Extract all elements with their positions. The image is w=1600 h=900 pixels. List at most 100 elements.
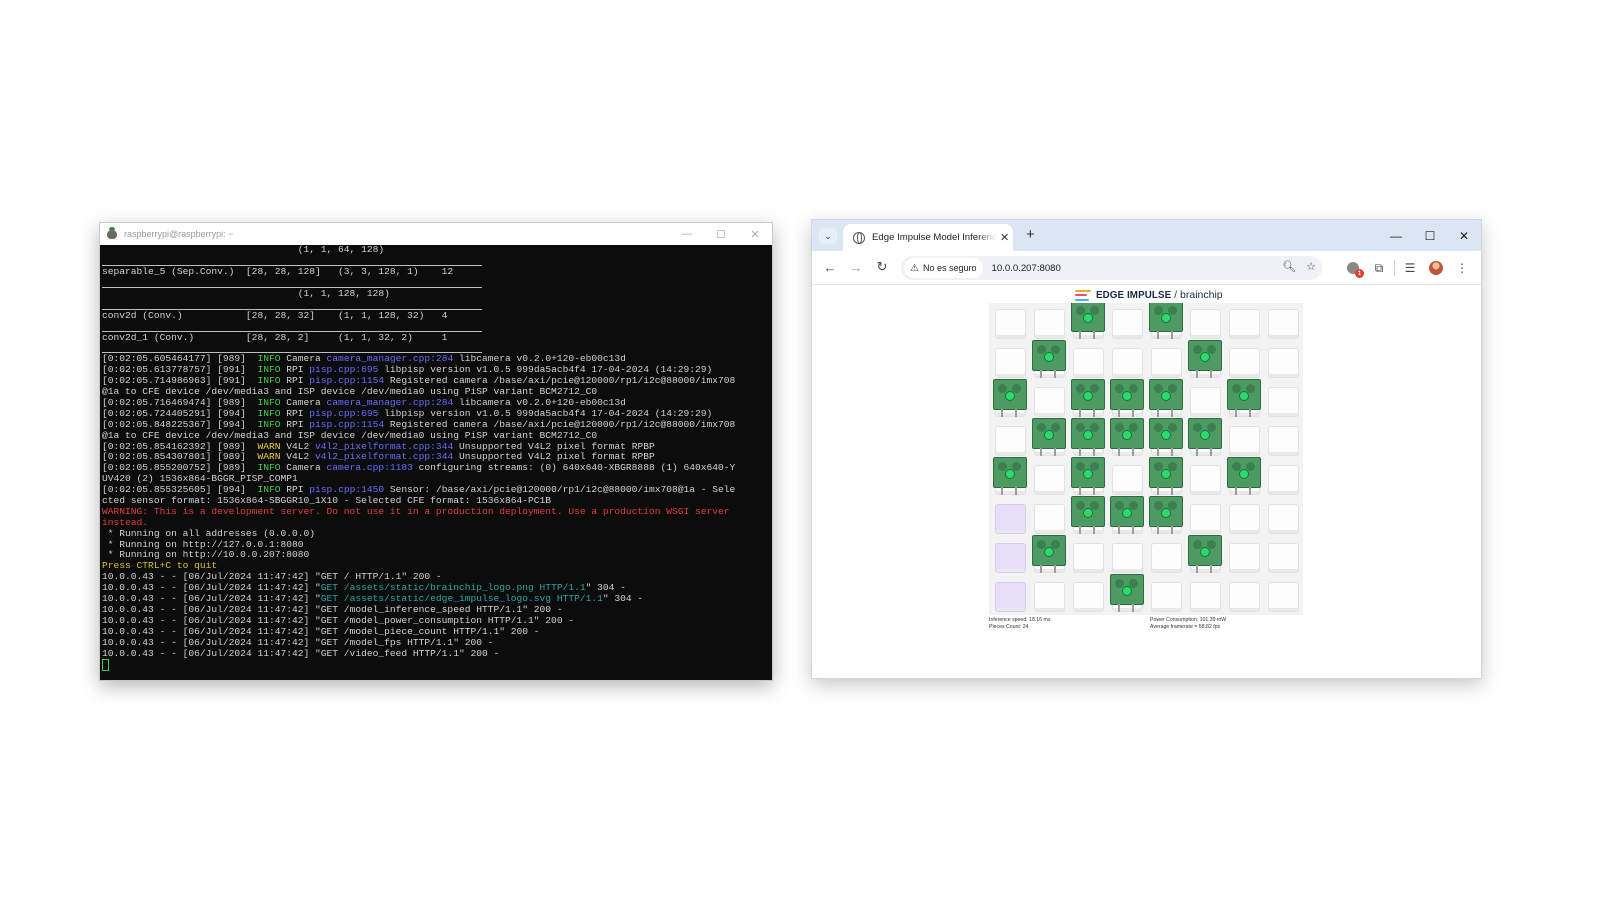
- tab-search-button[interactable]: ⌄: [819, 228, 837, 244]
- terminal-text-segment: libcamera v0.2.0+120-eb00c13d: [453, 353, 626, 365]
- grid-cell: [1034, 387, 1065, 417]
- profile-avatar[interactable]: [1423, 257, 1449, 279]
- tab-strip: ⌄ Edge Impulse Model Inferencing ✕ + — ☐…: [812, 220, 1481, 251]
- detection-marker: [1005, 469, 1015, 479]
- terminal-text-segment: Unsupported V4L2 pixel format RPBP: [453, 451, 655, 463]
- security-chip-label: No es seguro: [922, 263, 977, 273]
- pieces-count: Pieces Count: 24: [989, 624, 1029, 630]
- address-bar[interactable]: ⚠ No es seguro 10.0.0.207:8080 🔍︎ ☆: [901, 256, 1322, 280]
- detection-marker: [1083, 391, 1093, 401]
- terminal-table-row: conv2d (Conv.) [28, 28, 32] (1, 1, 128, …: [102, 309, 448, 321]
- terminal-text-segment: Registered camera /base/axi/pcie@120000/…: [384, 375, 736, 387]
- terminal-text-segment: INFO: [257, 418, 281, 430]
- minimize-button[interactable]: —: [1379, 220, 1413, 251]
- terminal-text-segment: * Running on http://127.0.0.1:8080: [102, 538, 304, 550]
- terminal-text-segment: RPI: [280, 484, 310, 496]
- detection-marker: [1005, 391, 1015, 401]
- terminal-text-segment: 10.0.0.43 - - [06/Jul/2024 11:47:42] "GE…: [102, 647, 500, 659]
- detection-marker: [1122, 430, 1132, 440]
- grid-cell: [1112, 543, 1143, 573]
- grid-cell: [995, 504, 1026, 534]
- terminal-text-segment: Camera: [280, 397, 327, 409]
- terminal-text-segment: Camera: [280, 353, 327, 365]
- terminal-text-segment: RPI: [280, 375, 310, 387]
- grid-cell: [1151, 543, 1182, 573]
- puzzle-icon[interactable]: ⧉: [1366, 257, 1392, 279]
- logo-bar: [1075, 289, 1091, 292]
- tab-close-icon[interactable]: ✕: [1000, 231, 1009, 244]
- detection-marker: [1122, 586, 1132, 596]
- grid-cell: [1073, 348, 1104, 378]
- detection-marker: [1044, 430, 1054, 440]
- detection-marker: [1122, 508, 1132, 518]
- terminal-text-segment: v4l2_pixelformat.cpp:344: [315, 440, 454, 452]
- bookmark-star-icon[interactable]: ☆: [1306, 260, 1316, 273]
- terminal-text-segment: camera_manager.cpp:284: [326, 397, 454, 409]
- menu-icon[interactable]: ⋮: [1449, 257, 1475, 279]
- browser-window[interactable]: ⌄ Edge Impulse Model Inferencing ✕ + — ☐…: [811, 219, 1482, 679]
- grid-cell: [1229, 348, 1260, 378]
- detection-marker: [1200, 430, 1210, 440]
- forward-button[interactable]: →: [848, 259, 864, 275]
- terminal-prompt[interactable]: [102, 659, 772, 672]
- detection-marker: [1122, 391, 1132, 401]
- grid-cell: [995, 309, 1026, 339]
- grid-cell: [1151, 582, 1182, 612]
- terminal-text-segment: Sensor: /base/axi/pcie@120000/rp1/i2c@88…: [384, 484, 736, 496]
- grid-cell: [1190, 582, 1221, 612]
- terminal-table-row: separable_5 (Sep.Conv.) [28, 28, 128] (3…: [102, 265, 454, 277]
- maximize-button[interactable]: ☐: [704, 223, 738, 245]
- terminal-table-row: (1, 1, 128, 128): [102, 287, 390, 299]
- close-button[interactable]: ✕: [738, 223, 772, 245]
- terminal-titlebar[interactable]: raspberrypi@raspberrypi: ~ — ☐ ✕: [100, 223, 772, 245]
- detection-marker: [1083, 469, 1093, 479]
- detection-marker: [1239, 469, 1249, 479]
- terminal-window[interactable]: raspberrypi@raspberrypi: ~ — ☐ ✕ (1, 1, …: [99, 222, 773, 681]
- terminal-text-segment: " 304 -: [602, 593, 644, 605]
- reload-button[interactable]: ↻: [874, 259, 890, 275]
- extension-icon[interactable]: 1: [1340, 257, 1366, 279]
- grid-cell: [1190, 309, 1221, 339]
- grid-cell: [1268, 309, 1299, 339]
- detection-marker: [1044, 547, 1054, 557]
- media-control-icon[interactable]: ☰: [1397, 257, 1423, 279]
- detection-marker: [1161, 391, 1171, 401]
- terminal-text-segment: INFO: [257, 462, 281, 474]
- grid-cell: [1229, 504, 1260, 534]
- terminal-text-segment: Camera: [280, 462, 327, 474]
- terminal-text-segment: V4L2: [280, 440, 316, 452]
- terminal-table-row: conv2d_1 (Conv.) [28, 28, 2] (1, 1, 32, …: [102, 331, 448, 343]
- terminal-text-segment: camera_manager.cpp:284: [326, 353, 454, 365]
- new-tab-button[interactable]: +: [1026, 226, 1035, 243]
- grid-cell: [1190, 465, 1221, 495]
- terminal-text-segment: libpisp version v1.0.5 999da5acb4f4 17-0…: [378, 364, 713, 376]
- logo-bar: [1075, 294, 1087, 296]
- url-text[interactable]: 10.0.0.207:8080: [992, 263, 1061, 274]
- maximize-button[interactable]: ☐: [1413, 220, 1447, 251]
- grid-cell: [1112, 348, 1143, 378]
- minimize-button[interactable]: —: [670, 223, 704, 245]
- security-chip[interactable]: ⚠ No es seguro: [904, 258, 983, 278]
- video-feed: [989, 303, 1303, 615]
- terminal-text-segment: INFO: [257, 364, 281, 376]
- tab-title: Edge Impulse Model Inferencing: [872, 232, 996, 243]
- close-button[interactable]: ✕: [1447, 220, 1481, 251]
- terminal-text-segment: [0:02:05.613778757] [991]: [102, 364, 258, 376]
- toolbar-divider: [1394, 260, 1395, 276]
- terminal-text-segment: @1a to CFE device /dev/media3 and ISP de…: [102, 429, 598, 441]
- terminal-output[interactable]: (1, 1, 64, 128) separable_5 (Sep.Conv.) […: [100, 245, 772, 680]
- detection-marker: [1200, 352, 1210, 362]
- cursor: [102, 659, 109, 672]
- grid-cell: [1268, 543, 1299, 573]
- terminal-text-segment: [0:02:05.855325605] [994]: [102, 484, 258, 496]
- zoom-icon[interactable]: 🔍︎: [1282, 260, 1296, 273]
- grid-cell: [1229, 543, 1260, 573]
- terminal-text-segment: libcamera v0.2.0+120-eb00c13d: [453, 397, 626, 409]
- brainchip-wordmark: brainchip: [1180, 289, 1223, 301]
- terminal-table-separator: [102, 322, 772, 333]
- tab-edge-impulse[interactable]: Edge Impulse Model Inferencing ✕: [843, 224, 1013, 251]
- back-button[interactable]: ←: [822, 259, 838, 275]
- terminal-text-segment: 10.0.0.43 - - [06/Jul/2024 11:47:42] ": [102, 582, 321, 594]
- terminal-text-segment: [0:02:05.854307801] [989]: [102, 451, 258, 463]
- terminal-text-segment: [0:02:05.854162392] [989]: [102, 440, 258, 452]
